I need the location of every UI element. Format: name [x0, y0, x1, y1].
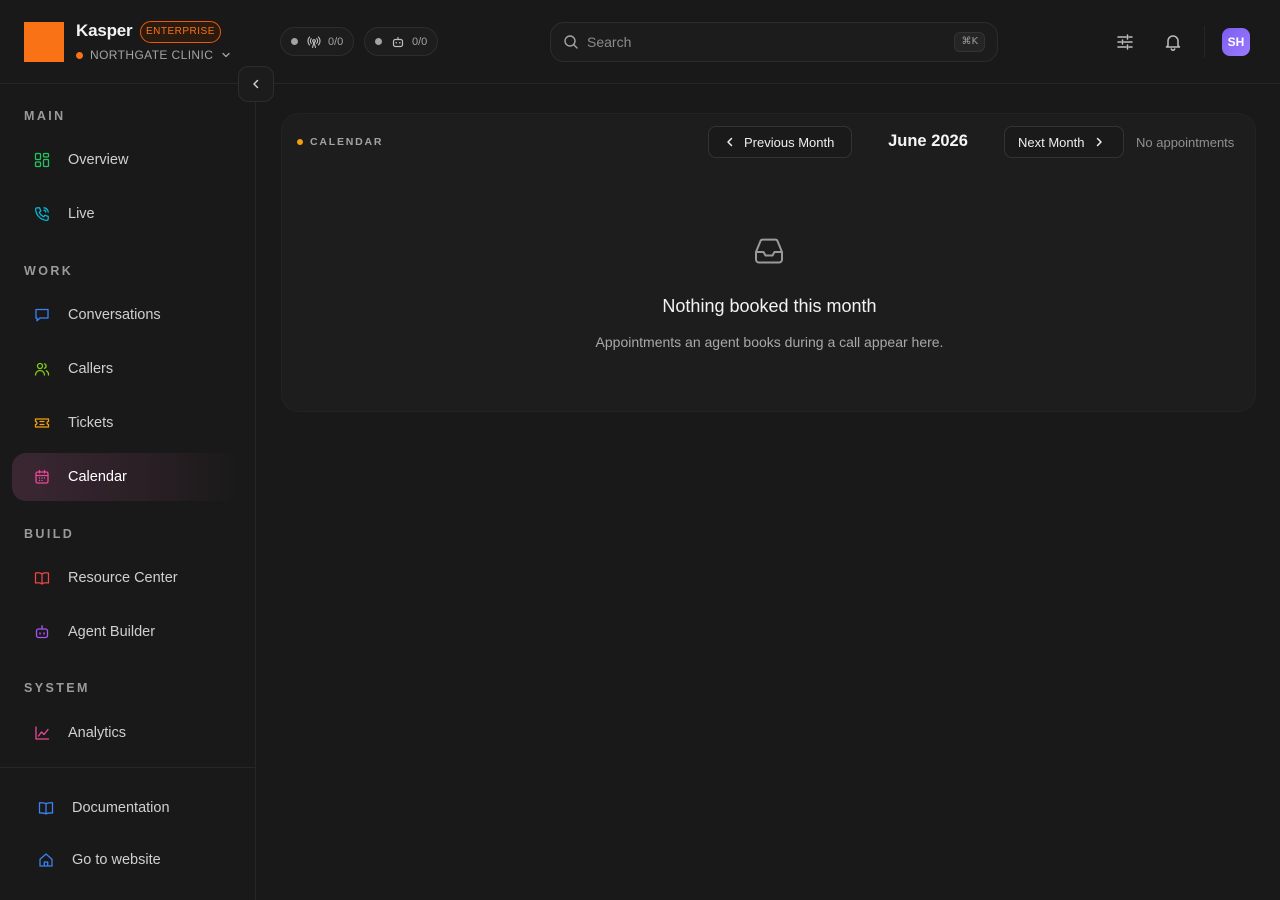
sidebar-item-conversations[interactable]: Conversations — [12, 291, 242, 339]
divider — [1204, 26, 1205, 58]
chevron-right-icon — [1097, 137, 1103, 147]
brand-name: Kasper — [76, 21, 133, 40]
search-shortcut-hint: ⌘K — [954, 32, 985, 52]
sidebar-item-label: Live — [68, 206, 95, 222]
chevron-left-icon — [727, 137, 733, 147]
appointment-count: No appointments — [1136, 135, 1235, 150]
section-title-work: WORK — [24, 264, 74, 278]
agents-status-pill[interactable]: 0/0 — [364, 27, 439, 56]
search-icon — [564, 35, 578, 49]
sidebar-item-callers[interactable]: Callers — [12, 345, 242, 393]
section-title-system: SYSTEM — [24, 681, 90, 695]
calendar-icon — [35, 469, 49, 484]
filters-button[interactable] — [1113, 30, 1137, 54]
section-dot — [297, 139, 303, 145]
inbox-icon — [755, 238, 783, 264]
go-to-website-link[interactable]: Go to website — [16, 838, 242, 882]
notifications-button[interactable] — [1161, 30, 1185, 54]
footer-item-label: Documentation — [72, 800, 170, 816]
calendar-card: CALENDAR Previous Month June 2026 Next M… — [281, 113, 1256, 412]
broadcast-icon — [307, 35, 321, 48]
next-month-button[interactable]: Next Month — [1004, 126, 1124, 158]
robot-icon — [35, 625, 49, 639]
org-name: NORTHGATE CLINIC — [90, 48, 214, 62]
chevron-down-icon — [222, 52, 230, 58]
empty-state-description: Appointments an agent books during a cal… — [595, 334, 944, 350]
sidebar-item-overview[interactable]: Overview — [12, 136, 242, 184]
book-open-icon — [38, 802, 54, 815]
book-icon — [34, 572, 50, 585]
sidebar-item-tickets[interactable]: Tickets — [12, 399, 242, 447]
user-avatar[interactable]: SH — [1222, 28, 1250, 56]
sidebar-item-live[interactable]: Live — [12, 190, 242, 238]
home-icon — [39, 853, 53, 867]
status-dot — [291, 38, 298, 45]
ticket-icon — [34, 418, 50, 428]
current-month: June 2026 — [888, 132, 968, 150]
phone-icon — [34, 207, 49, 222]
sidebar-item-label: Calendar — [68, 469, 127, 485]
section-title-build: BUILD — [24, 527, 75, 541]
sidebar-item-analytics[interactable]: Analytics — [12, 709, 242, 757]
logo[interactable] — [24, 22, 64, 62]
card-section-label: CALENDAR — [297, 136, 383, 148]
empty-state-title: Nothing booked this month — [662, 296, 877, 316]
users-icon — [34, 362, 50, 376]
sidebar-item-resource-center[interactable]: Resource Center — [12, 554, 242, 602]
sliders-icon — [1117, 34, 1133, 50]
sidebar-item-agent-builder[interactable]: Agent Builder — [12, 608, 242, 656]
section-title-main: MAIN — [24, 109, 66, 123]
channels-status-pill[interactable]: 0/0 — [280, 27, 355, 56]
divider — [0, 767, 255, 768]
sidebar-item-label: Tickets — [68, 415, 114, 431]
section-label-text: CALENDAR — [310, 136, 384, 148]
sidebar-item-calendar[interactable]: Calendar — [12, 453, 242, 501]
chevron-left-icon — [253, 79, 259, 89]
search-bar: ⌘K — [550, 22, 998, 62]
chat-icon — [35, 308, 49, 322]
top-bar: Kasper ENTERPRISE NORTHGATE CLINIC 0/0 0… — [0, 0, 1280, 84]
sidebar-item-label: Agent Builder — [68, 624, 156, 640]
org-status-dot — [76, 51, 83, 59]
agents-count: 0/0 — [412, 35, 428, 48]
previous-month-button[interactable]: Previous Month — [708, 126, 852, 158]
sidebar-item-label: Callers — [68, 361, 114, 377]
robot-icon — [392, 36, 404, 47]
sidebar-item-label: Analytics — [68, 725, 127, 741]
sidebar-item-label: Resource Center — [68, 570, 178, 586]
documentation-link[interactable]: Documentation — [16, 786, 242, 830]
next-month-label: Next Month — [1018, 134, 1085, 150]
bell-icon — [1165, 35, 1181, 51]
chart-icon — [35, 726, 50, 740]
status-dot — [375, 38, 382, 45]
search-input[interactable] — [587, 34, 955, 50]
sidebar-item-label: Overview — [68, 152, 129, 168]
org-switcher[interactable]: NORTHGATE CLINIC — [76, 47, 231, 63]
grid-icon — [34, 152, 50, 168]
sidebar: MAIN Overview Live WORK Conversations Ca… — [0, 66, 274, 900]
footer-item-label: Go to website — [72, 852, 161, 868]
sidebar-item-label: Conversations — [68, 307, 161, 323]
previous-month-label: Previous Month — [744, 134, 835, 150]
collapse-sidebar-button[interactable] — [238, 66, 274, 102]
channels-count: 0/0 — [328, 35, 344, 48]
plan-badge: ENTERPRISE — [140, 21, 221, 43]
